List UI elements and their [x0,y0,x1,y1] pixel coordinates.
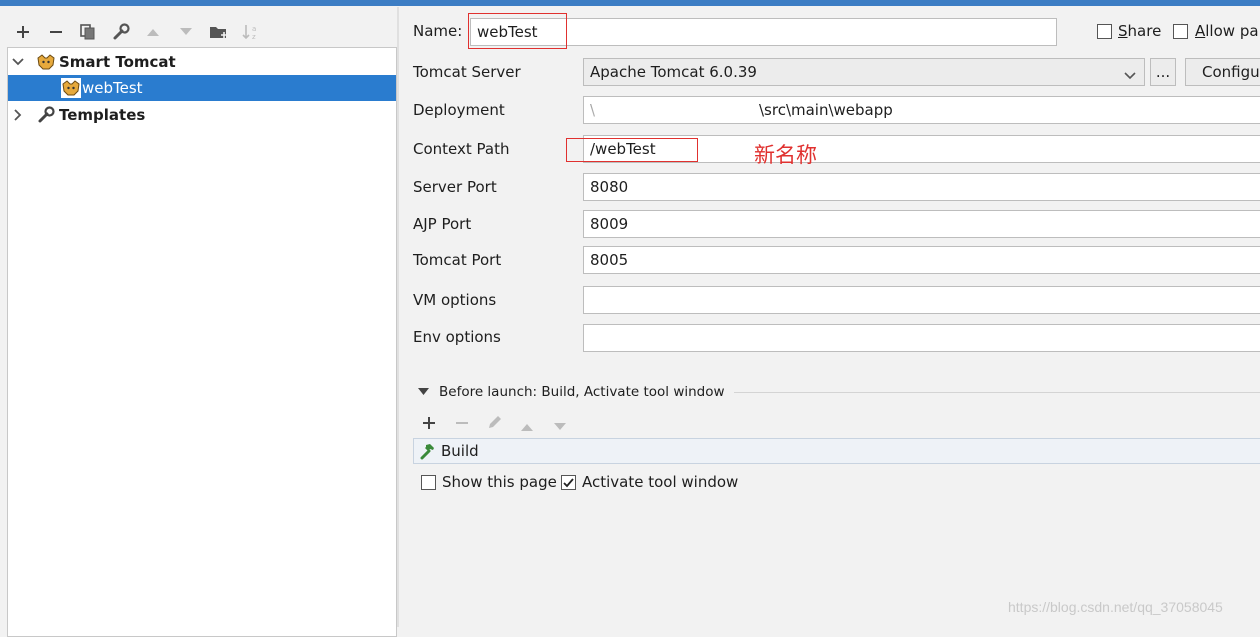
task-row-build[interactable]: Build [414,439,1260,463]
show-page-checkbox[interactable] [421,475,436,490]
before-launch-title: Before launch: Build, Activate tool wind… [439,384,725,400]
add-icon[interactable] [11,20,35,44]
tree-label-group: Smart Tomcat [59,53,176,71]
deployment-label: Deployment [413,101,505,119]
ajp-port-input[interactable]: 8009 [583,210,1260,238]
deployment-value: \src\main\webapp [759,101,893,119]
browse-server-button[interactable]: ... [1150,58,1176,86]
annotation-new-name: 新名称 [754,143,817,167]
name-value: webTest [477,23,538,41]
svg-text:a: a [252,25,256,33]
server-port-input[interactable]: 8080 [583,173,1260,201]
section-divider [734,392,1260,393]
tomcat-server-select[interactable]: Apache Tomcat 6.0.39 [583,58,1145,86]
tomcat-port-label: Tomcat Port [413,251,502,269]
tomcat-port-value: 8005 [590,251,629,269]
vm-options-input[interactable] [583,286,1260,314]
chevron-right-icon[interactable] [11,108,25,122]
activate-tool-window-label: Activate tool window [582,473,739,491]
tree-label-templates: Templates [59,106,146,124]
before-launch-task-list: Build [413,438,1260,464]
wrench-icon[interactable] [109,20,133,44]
remove-icon[interactable] [44,20,68,44]
ajp-port-label: AJP Port [413,215,472,233]
share-checkbox[interactable] [1097,24,1112,39]
svg-text:z: z [252,33,256,41]
task-label: Build [441,442,479,460]
tomcat-icon [61,78,81,98]
move-up-icon[interactable] [520,418,534,436]
move-down-icon[interactable] [174,20,198,44]
allow-parallel-label: Allow pa [1195,22,1259,40]
env-options-input[interactable] [583,324,1260,352]
sort-icon[interactable]: az [239,20,263,44]
pane-splitter[interactable] [397,7,399,627]
collapse-triangle-icon[interactable] [418,388,429,396]
config-toolbar: az [0,16,400,46]
before-launch-header[interactable]: Before launch: Build, Activate tool wind… [418,384,725,400]
vm-options-label: VM options [413,291,497,309]
activate-tool-window-checkbox[interactable] [561,475,576,490]
watermark: https://blog.csdn.net/qq_37058045 [1008,599,1223,615]
wrench-icon [36,105,56,125]
window-top-bar [0,0,1260,6]
context-path-input[interactable]: /webTest [583,135,1260,163]
name-input[interactable]: webTest [470,18,1057,46]
edit-pencil-icon[interactable] [486,413,504,435]
env-options-label: Env options [413,328,501,346]
context-path-label: Context Path [413,140,510,158]
hammer-icon [418,442,436,464]
config-tree: Smart Tomcat webTest Templates [7,47,397,637]
allow-parallel-checkbox[interactable] [1173,24,1188,39]
move-down-icon[interactable] [553,418,567,436]
tomcat-server-label: Tomcat Server [413,63,521,81]
name-label: Name: [413,22,463,40]
chevron-down-icon[interactable] [11,55,25,69]
copy-icon[interactable] [76,20,100,44]
checkmark-icon [563,477,574,487]
tomcat-server-value: Apache Tomcat 6.0.39 [590,63,757,81]
tree-item-webtest[interactable]: webTest [8,75,396,101]
tree-label-config: webTest [82,79,143,97]
share-label: Share [1118,22,1162,40]
move-up-icon[interactable] [141,20,165,44]
tomcat-icon [36,52,56,72]
server-port-label: Server Port [413,178,497,196]
tree-group-smart-tomcat[interactable]: Smart Tomcat [8,49,396,75]
redacted-path [590,97,750,123]
remove-icon[interactable] [455,416,469,434]
chevron-down-icon [1124,66,1136,84]
tomcat-port-input[interactable]: 8005 [583,246,1260,274]
context-path-value: /webTest [590,140,656,158]
folder-add-icon[interactable] [207,20,231,44]
show-page-label: Show this page [442,473,557,491]
tree-group-templates[interactable]: Templates [8,102,396,128]
server-port-value: 8080 [590,178,629,196]
ajp-port-value: 8009 [590,215,629,233]
add-icon[interactable] [422,416,436,434]
configure-button[interactable]: Configu [1185,58,1260,86]
